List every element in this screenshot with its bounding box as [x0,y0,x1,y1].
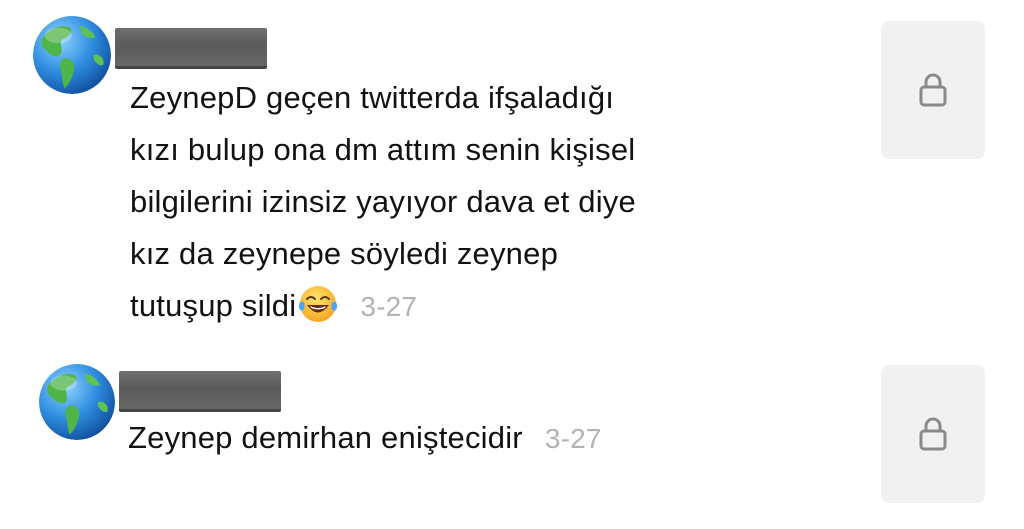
comment-body: Zeynep demirhan eniştecidir 3-27 [128,412,788,465]
globe-icon [33,16,111,94]
lock-icon [917,415,949,453]
comment-item: ZeynepD geçen twitterda ifşaladığı kızı … [0,0,1024,340]
username-redacted [115,28,267,69]
globe-icon [39,364,115,440]
comment-text: Zeynep demirhan eniştecidir [128,420,523,455]
tears-of-joy-emoji [298,284,338,324]
comment-date: 3-27 [360,291,418,322]
comment-date: 3-27 [544,423,602,454]
comment-text: ZeynepD geçen twitterda ifşaladığı kızı … [130,80,636,323]
comment-item: Zeynep demirhan eniştecidir 3-27 [0,350,1024,529]
comment-body: ZeynepD geçen twitterda ifşaladığı kızı … [130,72,790,333]
username-redacted [119,371,281,412]
locked-content-button[interactable] [881,21,985,159]
avatar[interactable] [33,16,111,94]
avatar[interactable] [39,364,115,440]
locked-content-button[interactable] [881,365,985,503]
lock-icon [917,71,949,109]
